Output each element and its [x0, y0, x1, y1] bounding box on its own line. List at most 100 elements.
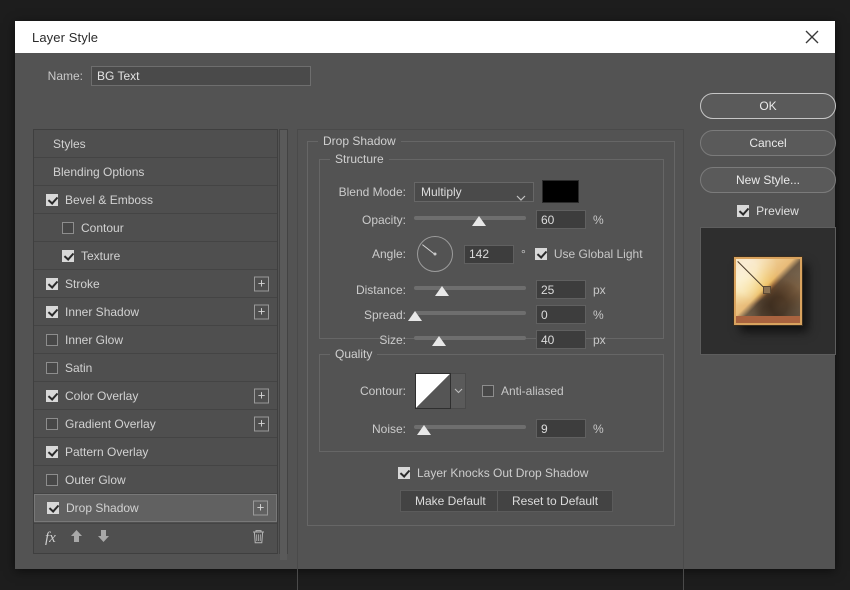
style-checkbox[interactable]	[46, 389, 58, 402]
spread-label: Spread:	[363, 307, 406, 322]
trash-icon[interactable]	[252, 529, 265, 549]
style-item-label: Satin	[65, 360, 93, 375]
add-effect-button[interactable]: +	[254, 276, 269, 291]
style-item-label: Styles	[53, 136, 86, 151]
arrow-up-icon[interactable]	[70, 529, 83, 548]
blend-mode-select[interactable]: Multiply	[414, 181, 534, 202]
distance-row: Distance: px	[320, 280, 663, 299]
close-icon[interactable]	[799, 24, 825, 50]
shadow-color-swatch[interactable]	[542, 180, 579, 203]
size-slider-knob[interactable]	[431, 335, 446, 346]
make-default-button[interactable]: Make Default	[400, 490, 501, 512]
style-list-item-pattern-overlay[interactable]: Pattern Overlay	[34, 438, 277, 466]
contour-row: Contour: Anti-aliased	[320, 373, 663, 409]
anti-aliased-checkbox[interactable]	[482, 385, 494, 397]
style-list-item-color-overlay[interactable]: Color Overlay +	[34, 382, 277, 410]
opacity-input[interactable]	[536, 210, 586, 229]
contour-label: Contour:	[359, 384, 406, 398]
style-list-item-stroke[interactable]: Stroke +	[34, 270, 277, 298]
style-checkbox[interactable]	[46, 277, 58, 290]
style-checkbox[interactable]	[62, 221, 74, 234]
add-effect-button[interactable]: +	[253, 500, 268, 516]
noise-input[interactable]	[536, 419, 586, 438]
spread-slider-knob[interactable]	[408, 310, 423, 321]
styles-list[interactable]: Styles Blending Options Bevel & Emboss Cont…	[34, 130, 277, 524]
add-effect-button[interactable]: +	[254, 416, 269, 431]
drop-shadow-group: Drop Shadow Structure Blend Mode: Multip…	[307, 134, 675, 526]
styles-panel: Styles Blending Options Bevel & Emboss Cont…	[33, 129, 278, 554]
style-list-item-texture[interactable]: Texture	[34, 242, 277, 270]
contour-picker[interactable]	[415, 373, 466, 409]
opacity-slider[interactable]	[414, 212, 526, 228]
spread-slider-track	[414, 310, 526, 315]
noise-slider[interactable]	[414, 421, 526, 437]
styles-list-scrollbar[interactable]	[279, 129, 288, 560]
style-checkbox[interactable]	[46, 305, 58, 318]
style-list-item-styles[interactable]: Styles	[34, 130, 277, 158]
reset-to-default-button[interactable]: Reset to Default	[497, 490, 614, 512]
preview-checkbox[interactable]	[737, 205, 750, 217]
new-style-button[interactable]: New Style...	[700, 167, 836, 193]
style-item-label: Stroke	[65, 276, 100, 291]
spread-slider[interactable]	[408, 307, 526, 323]
style-item-label: Pattern Overlay	[65, 444, 149, 459]
name-input[interactable]	[91, 66, 311, 86]
style-list-item-contour[interactable]: Contour	[34, 214, 277, 242]
distance-slider-knob[interactable]	[435, 285, 449, 296]
style-list-item-blending-options[interactable]: Blending Options	[34, 158, 277, 186]
style-item-label: Inner Shadow	[65, 304, 140, 319]
distance-slider-track	[414, 285, 526, 290]
style-list-item-satin[interactable]: Satin	[34, 354, 277, 382]
style-checkbox[interactable]	[46, 417, 58, 430]
style-item-label: Blending Options	[53, 164, 145, 179]
add-effect-button[interactable]: +	[254, 304, 269, 319]
opacity-slider-knob[interactable]	[471, 215, 486, 226]
chevron-down-icon	[516, 189, 526, 207]
structure-group-label: Structure	[330, 152, 389, 166]
add-effect-button[interactable]: +	[254, 388, 269, 403]
name-row: Name:	[33, 66, 311, 86]
opacity-unit: %	[593, 212, 604, 227]
style-checkbox[interactable]	[46, 473, 58, 486]
size-unit: px	[593, 332, 606, 347]
layer-knocks-out-checkbox[interactable]	[398, 467, 410, 479]
preview-toggle-row: Preview	[700, 204, 836, 218]
use-global-light-checkbox[interactable]	[534, 248, 547, 260]
cancel-button[interactable]: Cancel	[700, 130, 836, 156]
app-root: Layer Style Name: Styles Blending Options…	[0, 0, 850, 590]
style-list-item-bevel-emboss[interactable]: Bevel & Emboss	[34, 186, 277, 214]
style-list-item-outer-glow[interactable]: Outer Glow	[34, 466, 277, 494]
style-list-item-inner-glow[interactable]: Inner Glow	[34, 326, 277, 354]
spread-input[interactable]	[536, 305, 586, 324]
size-slider[interactable]	[414, 332, 526, 348]
size-input[interactable]	[536, 330, 586, 349]
style-item-label: Drop Shadow	[66, 501, 139, 515]
contour-dropdown-button[interactable]	[451, 373, 466, 409]
noise-slider-knob[interactable]	[417, 424, 432, 435]
style-checkbox[interactable]	[47, 502, 59, 514]
style-checkbox[interactable]	[46, 333, 58, 346]
distance-input[interactable]	[536, 280, 586, 299]
style-checkbox[interactable]	[62, 249, 74, 262]
arrow-down-icon[interactable]	[97, 529, 110, 548]
dialog-titlebar: Layer Style	[15, 21, 835, 53]
ok-button[interactable]: OK	[700, 93, 836, 119]
style-list-item-drop-shadow[interactable]: Drop Shadow +	[34, 494, 277, 522]
scrollbar-thumb[interactable]	[280, 130, 287, 560]
anti-aliased-label: Anti-aliased	[501, 384, 564, 398]
layer-style-dialog: Layer Style Name: Styles Blending Options…	[15, 21, 836, 590]
style-checkbox[interactable]	[46, 445, 58, 458]
style-list-item-inner-shadow[interactable]: Inner Shadow +	[34, 298, 277, 326]
angle-input[interactable]	[464, 244, 514, 264]
style-checkbox[interactable]	[46, 193, 58, 206]
preview-thumbnail-image	[733, 256, 803, 326]
style-list-item-gradient-overlay[interactable]: Gradient Overlay +	[34, 410, 277, 438]
preview-thumbnail-box	[700, 227, 836, 355]
dialog-actions: OK Cancel New Style... Preview	[700, 93, 836, 355]
angle-dial[interactable]	[417, 236, 453, 272]
distance-slider[interactable]	[414, 282, 526, 298]
fx-button[interactable]: fx	[45, 530, 56, 547]
size-label: Size:	[379, 332, 406, 347]
spread-row: Spread: %	[320, 305, 663, 324]
style-checkbox[interactable]	[46, 361, 58, 374]
